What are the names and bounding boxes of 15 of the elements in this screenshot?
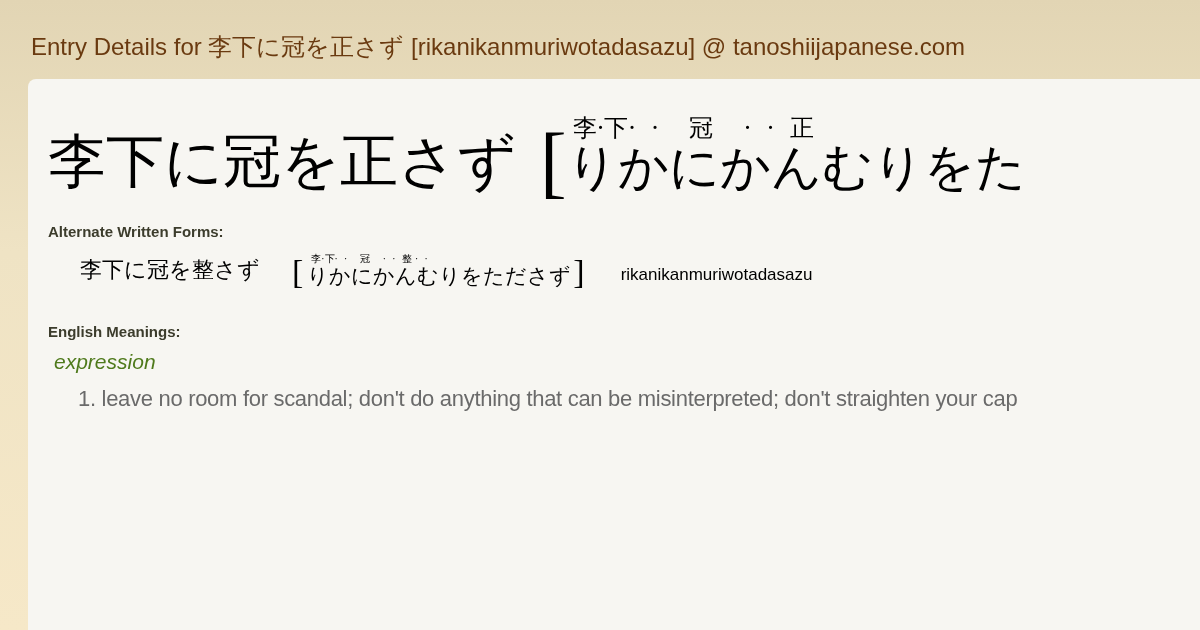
entry-word: 李下に冠を正さず <box>48 133 516 196</box>
furigana: 李·下· · 冠 · · 正 <box>572 116 815 140</box>
section-heading: English Meanings: <box>48 323 182 341</box>
meaning-text: 1. leave no room for scandal; don't do anything that can be misinterpreted; don't straighten your cap <box>78 386 1019 413</box>
bracket: [ <box>292 255 304 290</box>
entry-reading: りかにかんむりをた <box>566 140 1026 198</box>
romaji: rikanikanmuriwotadasazu <box>620 265 813 287</box>
bracket: ] <box>573 255 585 290</box>
furigana: 李·下· · 冠 · · 整 · · <box>311 254 429 264</box>
bracket: [ <box>540 121 567 205</box>
alternate-reading: りかにかんむりをたださず <box>307 264 572 290</box>
part-of-speech: expression <box>54 350 157 375</box>
section-heading: Alternate Written Forms: <box>48 223 225 240</box>
alternate-word: 李下に冠を整さず <box>80 256 260 285</box>
page-title: Entry Details for 李下に冠を正さず [rikanikanmuriwotadasazu] @ tanoshiijapanese.com <box>31 32 967 62</box>
